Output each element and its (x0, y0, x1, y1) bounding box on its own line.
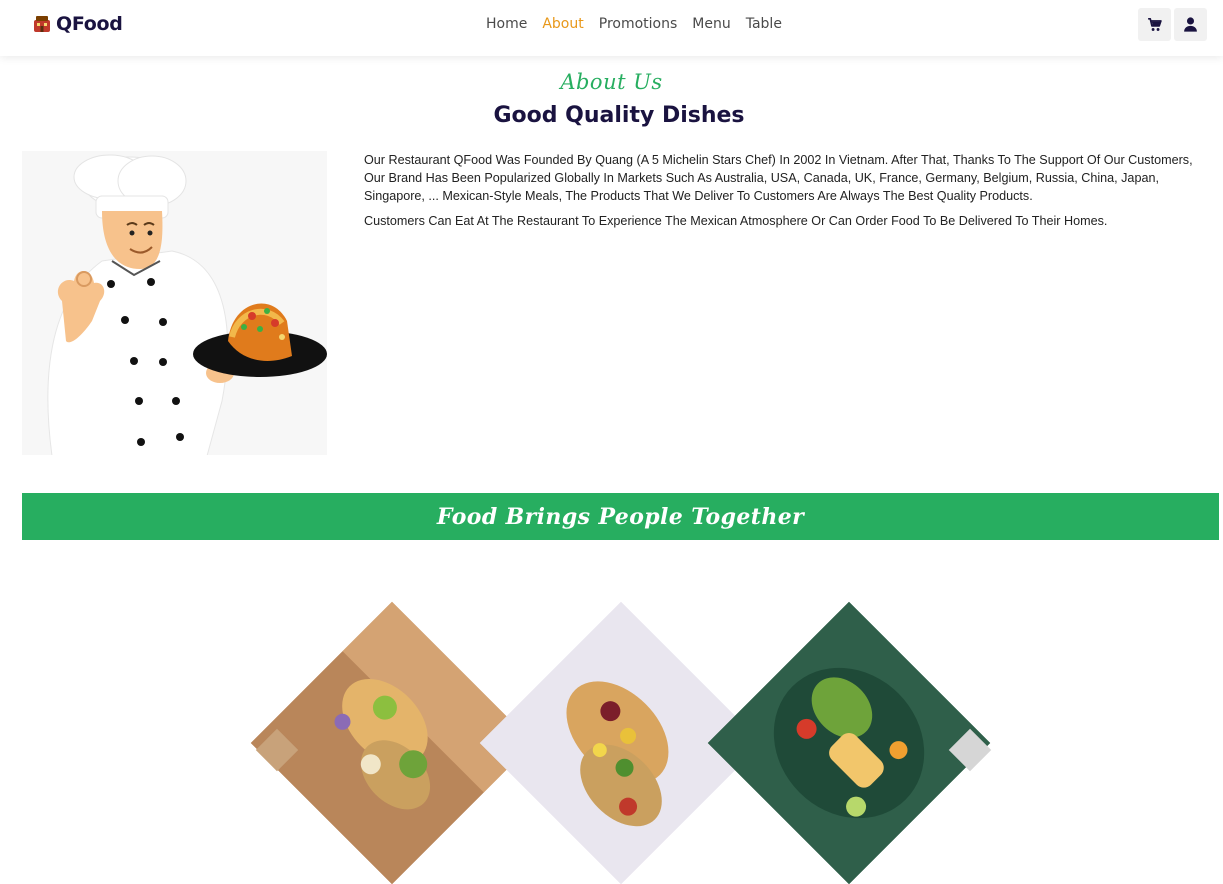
top-navbar: QFood Home About Promotions Menu Table (0, 0, 1223, 56)
about-eyebrow: About Us (560, 70, 663, 94)
nav-menu[interactable]: Menu (692, 16, 730, 32)
nav-about[interactable]: About (542, 16, 583, 32)
tagline-banner: Food Brings People Together (22, 493, 1219, 540)
brand-name: QFood (56, 13, 123, 35)
chef-with-taco-image (22, 151, 327, 455)
food-image-burrito-salad (707, 601, 991, 884)
chef-illustration (22, 151, 327, 455)
nav-promotions[interactable]: Promotions (599, 16, 678, 32)
brand[interactable]: QFood (32, 13, 123, 35)
about-title: Good Quality Dishes (493, 103, 745, 128)
cart-button[interactable] (1138, 8, 1171, 41)
nav-home[interactable]: Home (486, 16, 527, 32)
user-icon (1184, 17, 1197, 32)
user-button[interactable] (1174, 8, 1207, 41)
restaurant-logo-icon (34, 16, 50, 32)
about-paragraph: Our Restaurant QFood Was Founded By Quan… (364, 153, 1193, 203)
about-description: Our Restaurant QFood Was Founded By Quan… (364, 151, 1214, 237)
main-nav: Home About Promotions Menu Table (486, 16, 782, 32)
about-paragraph: Customers Can Eat At The Restaurant To E… (364, 214, 1108, 228)
nav-table[interactable]: Table (746, 16, 782, 32)
cart-icon (1148, 17, 1162, 31)
tagline-text: Food Brings People Together (436, 503, 805, 530)
